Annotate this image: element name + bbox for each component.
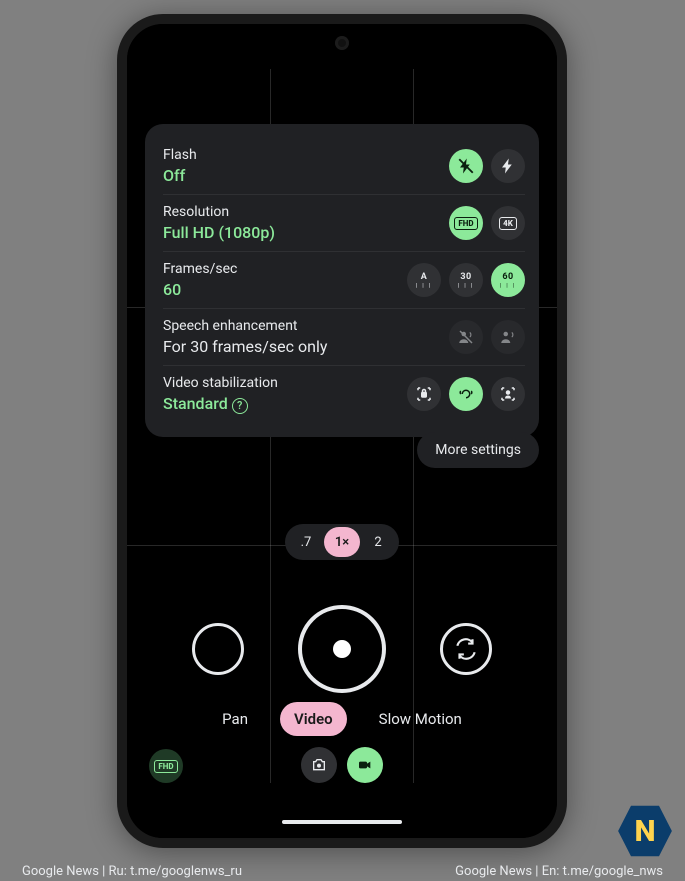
nav-handle[interactable]: [282, 820, 402, 824]
credit-left: Google News | Ru: t.me/googlenws_ru: [22, 864, 242, 879]
flash-on-button[interactable]: [491, 149, 525, 183]
mode-slow-motion[interactable]: Slow Motion: [365, 702, 476, 736]
resolution-title: Resolution: [163, 204, 275, 220]
fps-30-button[interactable]: 30 | | |: [449, 263, 483, 297]
video-mode-button[interactable]: [347, 747, 383, 783]
help-icon[interactable]: ?: [232, 398, 248, 414]
zoom-control: .7 1× 2: [285, 524, 399, 560]
resolution-fhd-button[interactable]: FHD: [449, 206, 483, 240]
stab-active-button[interactable]: [491, 377, 525, 411]
camera-screen: Flash Off Resolution Full HD (1080p): [127, 24, 557, 838]
more-settings-button[interactable]: More settings: [417, 432, 539, 468]
flash-title: Flash: [163, 147, 197, 163]
resolution-value: Full HD (1080p): [163, 223, 275, 242]
channel-watermark: N: [617, 803, 673, 859]
fps-60-button[interactable]: 60 | | |: [491, 263, 525, 297]
switch-camera-button[interactable]: [440, 623, 492, 675]
zoom-2x[interactable]: 2: [360, 527, 396, 557]
mode-pan[interactable]: Pan: [208, 702, 262, 736]
capture-row: [127, 594, 557, 704]
credit-bar: Google News | Ru: t.me/googlenws_ru Goog…: [0, 864, 685, 879]
setting-row-fps: Frames/sec 60 A | | | 30 | | |: [163, 251, 525, 308]
mode-selector: Pan Video Slow Motion: [127, 702, 557, 736]
n-logo-icon: N: [617, 803, 673, 859]
fps-title: Frames/sec: [163, 261, 237, 277]
record-dot-icon: [333, 640, 351, 658]
speech-value: For 30 frames/sec only: [163, 337, 327, 356]
credit-right: Google News | En: t.me/google_nws: [455, 864, 663, 879]
fps-value: 60: [163, 280, 237, 299]
speech-title: Speech enhancement: [163, 318, 327, 334]
setting-row-flash: Flash Off: [163, 138, 525, 194]
resolution-4k-button[interactable]: 4K: [491, 206, 525, 240]
flash-value: Off: [163, 166, 197, 185]
mode-video[interactable]: Video: [280, 702, 347, 736]
front-camera-hole: [335, 36, 349, 50]
zoom-0-7x[interactable]: .7: [288, 527, 324, 557]
phone-frame: Flash Off Resolution Full HD (1080p): [117, 14, 567, 848]
resolution-badge[interactable]: FHD: [149, 749, 183, 783]
photo-mode-button[interactable]: [301, 747, 337, 783]
stab-standard-button[interactable]: [449, 377, 483, 411]
setting-row-resolution: Resolution Full HD (1080p) FHD 4K: [163, 194, 525, 251]
stab-value: Standard?: [163, 394, 278, 414]
quick-settings-panel: Flash Off Resolution Full HD (1080p): [145, 124, 539, 437]
speech-off-button[interactable]: [449, 320, 483, 354]
fps-auto-button[interactable]: A | | |: [407, 263, 441, 297]
photo-video-toggle: [301, 747, 383, 783]
shutter-button[interactable]: [298, 605, 386, 693]
flash-off-button[interactable]: [449, 149, 483, 183]
setting-row-speech: Speech enhancement For 30 frames/sec onl…: [163, 308, 525, 365]
stab-locked-button[interactable]: [407, 377, 441, 411]
zoom-1x[interactable]: 1×: [324, 527, 360, 557]
setting-row-stabilization: Video stabilization Standard?: [163, 365, 525, 423]
gallery-thumbnail[interactable]: [192, 623, 244, 675]
stab-title: Video stabilization: [163, 375, 278, 391]
speech-on-button[interactable]: [491, 320, 525, 354]
